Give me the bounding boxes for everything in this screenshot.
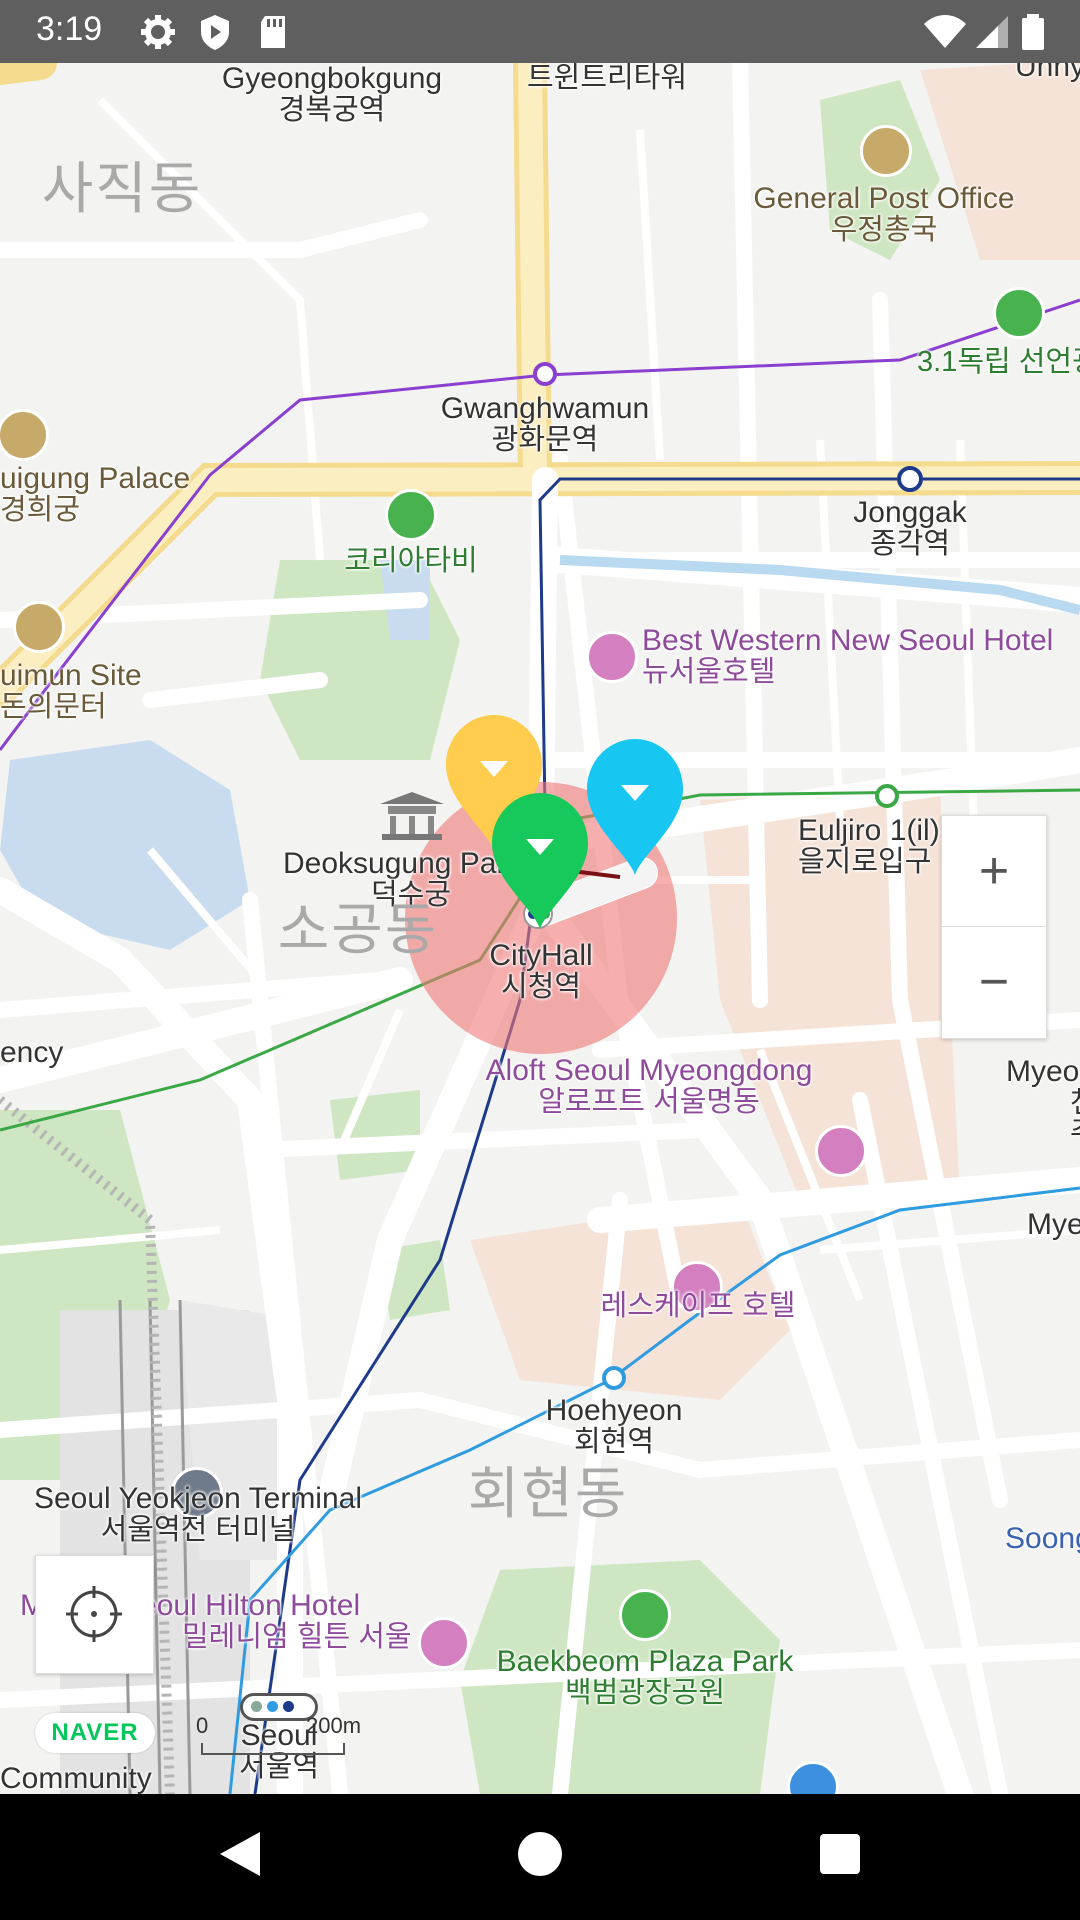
- label-donuimun[interactable]: uimun Site 돈의문터: [0, 660, 142, 722]
- navigation-bar: [0, 1794, 1080, 1920]
- label-independence[interactable]: 3.1독립 선언광: [917, 347, 1080, 378]
- palace-icon[interactable]: [376, 790, 448, 840]
- signal-icon: [976, 16, 1008, 48]
- home-icon[interactable]: [510, 1824, 570, 1884]
- label-best-western[interactable]: Best Western New Seoul Hotel 뉴서울호텔: [642, 625, 1053, 687]
- scale-bar: 0 200m: [196, 1713, 376, 1763]
- label-seoul-terminal[interactable]: Seoul Yeokjeon Terminal 서울역전 터미널: [34, 1483, 362, 1545]
- label-myeongdong-2[interactable]: Mye: [1027, 1209, 1080, 1241]
- label-aloft[interactable]: Aloft Seoul Myeongdong 알로프트 서울명동: [486, 1055, 813, 1117]
- zoom-control: + −: [941, 815, 1047, 1039]
- label-euljiro[interactable]: Euljiro 1(il)- 을지로입구: [798, 815, 950, 877]
- park-icon[interactable]: [619, 1589, 671, 1641]
- zoom-out-button[interactable]: −: [942, 927, 1046, 1037]
- shield-icon: [201, 15, 229, 50]
- map-view[interactable]: Gyeongbokgung 경복궁역 트윈트리타워 Unhy 사직동 Genera…: [0, 63, 1080, 1794]
- label-unhy[interactable]: Unhy: [1015, 63, 1080, 83]
- back-icon[interactable]: [210, 1824, 270, 1884]
- label-gyeonghuigung[interactable]: uigung Palace 경희궁: [0, 463, 190, 525]
- hotel-icon[interactable]: [586, 631, 638, 683]
- hotel-icon[interactable]: [418, 1617, 470, 1669]
- status-bar: 3:19: [0, 0, 1080, 63]
- wifi-icon: [924, 15, 966, 48]
- gear-icon: [141, 15, 175, 49]
- label-sajik-dong: 사직동: [41, 157, 203, 220]
- palace-icon[interactable]: [860, 125, 912, 177]
- park-icon[interactable]: [385, 489, 437, 541]
- recents-icon[interactable]: [810, 1824, 870, 1884]
- status-time: 3:19: [36, 10, 103, 48]
- crosshair-icon: [66, 1586, 122, 1642]
- label-soong[interactable]: Soong: [1005, 1523, 1080, 1555]
- sd-card-icon: [261, 16, 285, 48]
- label-lescape[interactable]: 레스케이프 호텔: [601, 1291, 796, 1322]
- label-post-office[interactable]: General Post Office 우정총국: [753, 183, 1014, 245]
- battery-icon: [1022, 14, 1044, 50]
- label-baekbeom[interactable]: Baekbeom Plaza Park 백범광장공원: [497, 1646, 794, 1708]
- park-icon[interactable]: [993, 287, 1045, 339]
- label-jonggak[interactable]: Jonggak 종각역: [853, 497, 966, 559]
- scale-end: 200m: [306, 1713, 362, 1738]
- label-hoehyeon[interactable]: Hoehyeon 회현역: [546, 1395, 683, 1457]
- label-twin-tree[interactable]: 트윈트리타워: [527, 63, 687, 93]
- naver-logo[interactable]: NAVER: [35, 1713, 155, 1753]
- label-sogong-dong: 소공동: [277, 898, 439, 961]
- label-community[interactable]: Community: [0, 1763, 152, 1794]
- palace-icon[interactable]: [13, 601, 65, 653]
- zoom-in-button[interactable]: +: [942, 816, 1046, 926]
- label-hoehyeon-dong: 회현동: [467, 1462, 629, 1525]
- map-pin-icon[interactable]: [490, 791, 590, 931]
- label-cityhall[interactable]: CityHall 시청역: [489, 940, 592, 1002]
- label-myeongdong-1[interactable]: Myeo천주: [1006, 1056, 1080, 1148]
- label-korea-tabi[interactable]: 코리아타비: [344, 546, 477, 577]
- scale-start: 0: [196, 1713, 209, 1738]
- label-gwanghwamun[interactable]: Gwanghwamun 광화문역: [441, 393, 649, 455]
- hotel-icon[interactable]: [815, 1125, 867, 1177]
- label-gyeongbokgung[interactable]: Gyeongbokgung 경복궁역: [222, 63, 442, 125]
- scale-line: [201, 1743, 345, 1755]
- my-location-button[interactable]: [35, 1555, 154, 1674]
- label-ency[interactable]: ency: [0, 1037, 63, 1069]
- map-pin-icon[interactable]: [585, 737, 685, 877]
